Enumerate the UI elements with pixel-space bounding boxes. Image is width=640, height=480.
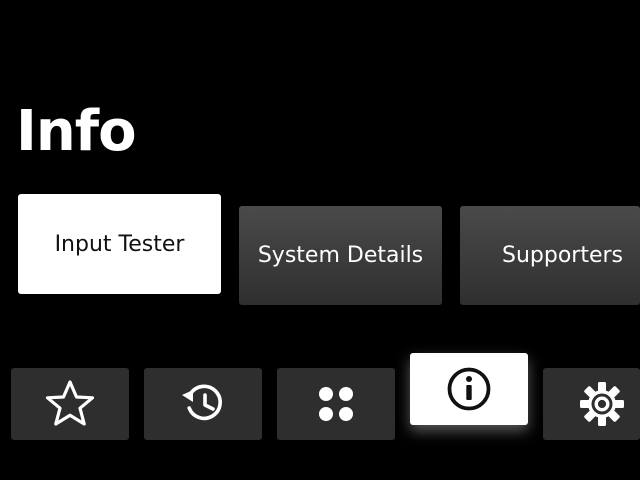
supporters-label: Supporters (502, 243, 624, 268)
star-icon (44, 378, 96, 430)
history-icon (177, 378, 229, 430)
info-icon (443, 363, 495, 415)
supporters-tile[interactable]: Supporters (460, 206, 640, 305)
nav-apps[interactable] (277, 368, 395, 440)
gear-icon (576, 378, 628, 430)
nav-settings[interactable] (543, 368, 640, 440)
nav-info[interactable] (410, 353, 528, 425)
nav-favorites[interactable] (11, 368, 129, 440)
apps-grid-icon (310, 378, 362, 430)
input-tester-tile[interactable]: Input Tester (18, 194, 221, 294)
page-title: Info (16, 99, 137, 164)
input-tester-label: Input Tester (54, 231, 185, 257)
system-details-label: System Details (257, 243, 424, 268)
info-screen: Info Input Tester System Details Support… (0, 0, 640, 480)
system-details-tile[interactable]: System Details (239, 206, 442, 305)
nav-history[interactable] (144, 368, 262, 440)
